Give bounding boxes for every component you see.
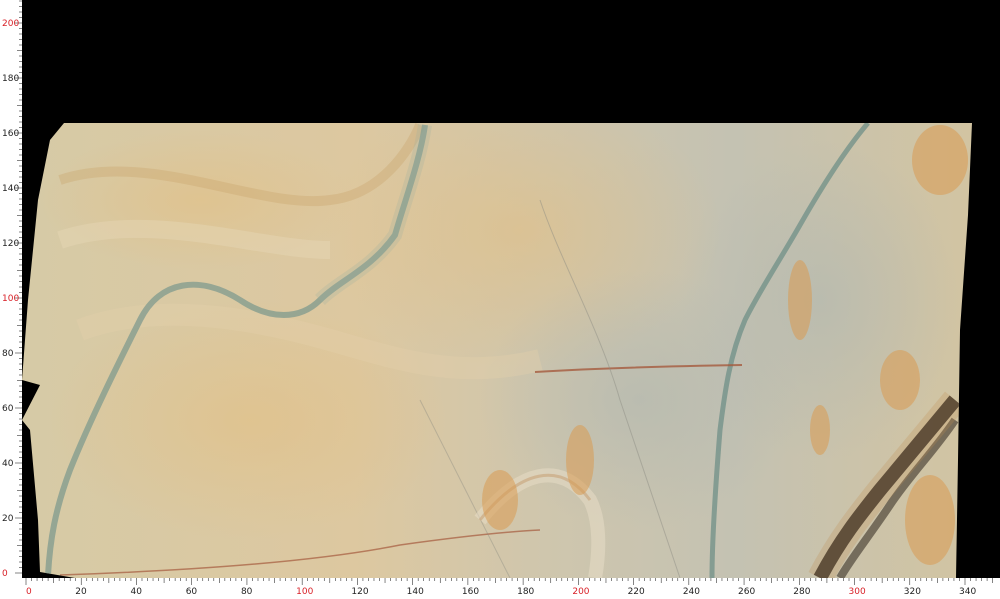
ruler-x-label: 40 <box>130 587 142 597</box>
ruler-x-label: 80 <box>241 587 253 597</box>
ruler-y-label: 80 <box>2 349 14 359</box>
slab-photo-canvas: 0 20 40 60 80 100 120 140 160 180 200 220 240 260 280 3… <box>0 0 1000 599</box>
ruler-y-label: 120 <box>2 239 19 249</box>
vertical-ruler: 200180160140120100806040200 <box>0 0 22 599</box>
ruler-x-label: 160 <box>462 587 479 597</box>
ruler-x-label: 60 <box>186 587 198 597</box>
ruler-x-label: 200 <box>572 587 589 597</box>
ruler-x-label: 260 <box>738 587 755 597</box>
ruler-y-label: 40 <box>2 459 14 469</box>
ruler-x-label: 220 <box>628 587 645 597</box>
ruler-y-label: 160 <box>2 129 19 139</box>
stone-slab <box>22 123 972 578</box>
ruler-y-label: 180 <box>2 74 19 84</box>
ruler-x-label: 300 <box>849 587 866 597</box>
ruler-x-label: 180 <box>517 587 534 597</box>
ruler-y-label: 20 <box>2 514 14 524</box>
ruler-y-label: 200 <box>2 19 19 29</box>
ruler-x-label: 140 <box>407 587 424 597</box>
ruler-x-label: 320 <box>904 587 921 597</box>
ruler-y-label: 140 <box>2 184 19 194</box>
ruler-x-label: 280 <box>793 587 810 597</box>
horizontal-ruler: 0 20 40 60 80 100 120 140 160 180 200 220 240 260 280 3… <box>0 578 1000 599</box>
ruler-x-label: 240 <box>683 587 700 597</box>
ruler-x-label: 20 <box>75 587 87 597</box>
ruler-x-label: 0 <box>26 587 32 597</box>
ruler-y-label: 60 <box>2 404 14 414</box>
ruler-y-label: 100 <box>2 294 19 304</box>
ruler-x-label: 100 <box>296 587 313 597</box>
ruler-y-label: 0 <box>2 569 8 579</box>
ruler-x-label: 120 <box>351 587 368 597</box>
ruler-x-label: 340 <box>959 587 976 597</box>
